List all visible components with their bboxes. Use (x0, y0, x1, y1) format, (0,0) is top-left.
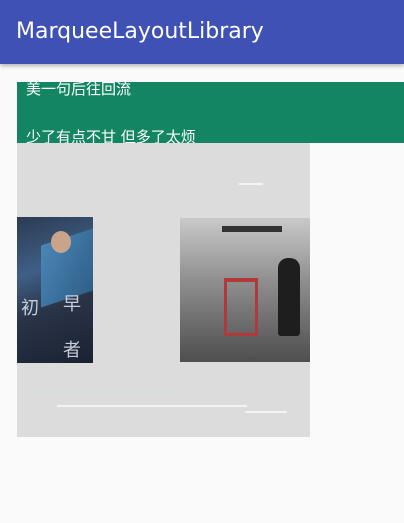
cover-caption-char: 初 (21, 298, 39, 319)
render-artifact (245, 411, 287, 413)
photo-artwork (278, 258, 300, 336)
render-artifact (239, 183, 263, 185)
render-artifact (57, 405, 247, 407)
photo-artwork (222, 226, 282, 232)
marquee-line: 少了有点不甘 但多了太烦 (26, 128, 196, 143)
marquee-line: 美一句后往回流 (26, 82, 132, 98)
cover-caption-char: 早 (63, 294, 81, 315)
text-marquee[interactable]: 美一句后往回流 少了有点不甘 但多了太烦 (17, 82, 404, 143)
app-bar: MarqueeLayoutLibrary (0, 0, 404, 64)
app-title: MarqueeLayoutLibrary (16, 19, 264, 44)
image-marquee[interactable]: 初 早 者 (17, 143, 310, 437)
photo-image[interactable] (180, 218, 310, 362)
render-artifact (29, 391, 179, 393)
album-cover-image[interactable]: 初 早 者 (17, 217, 93, 363)
cover-artwork (51, 231, 71, 253)
photo-artwork (224, 278, 258, 336)
cover-caption-char: 者 (63, 340, 81, 361)
